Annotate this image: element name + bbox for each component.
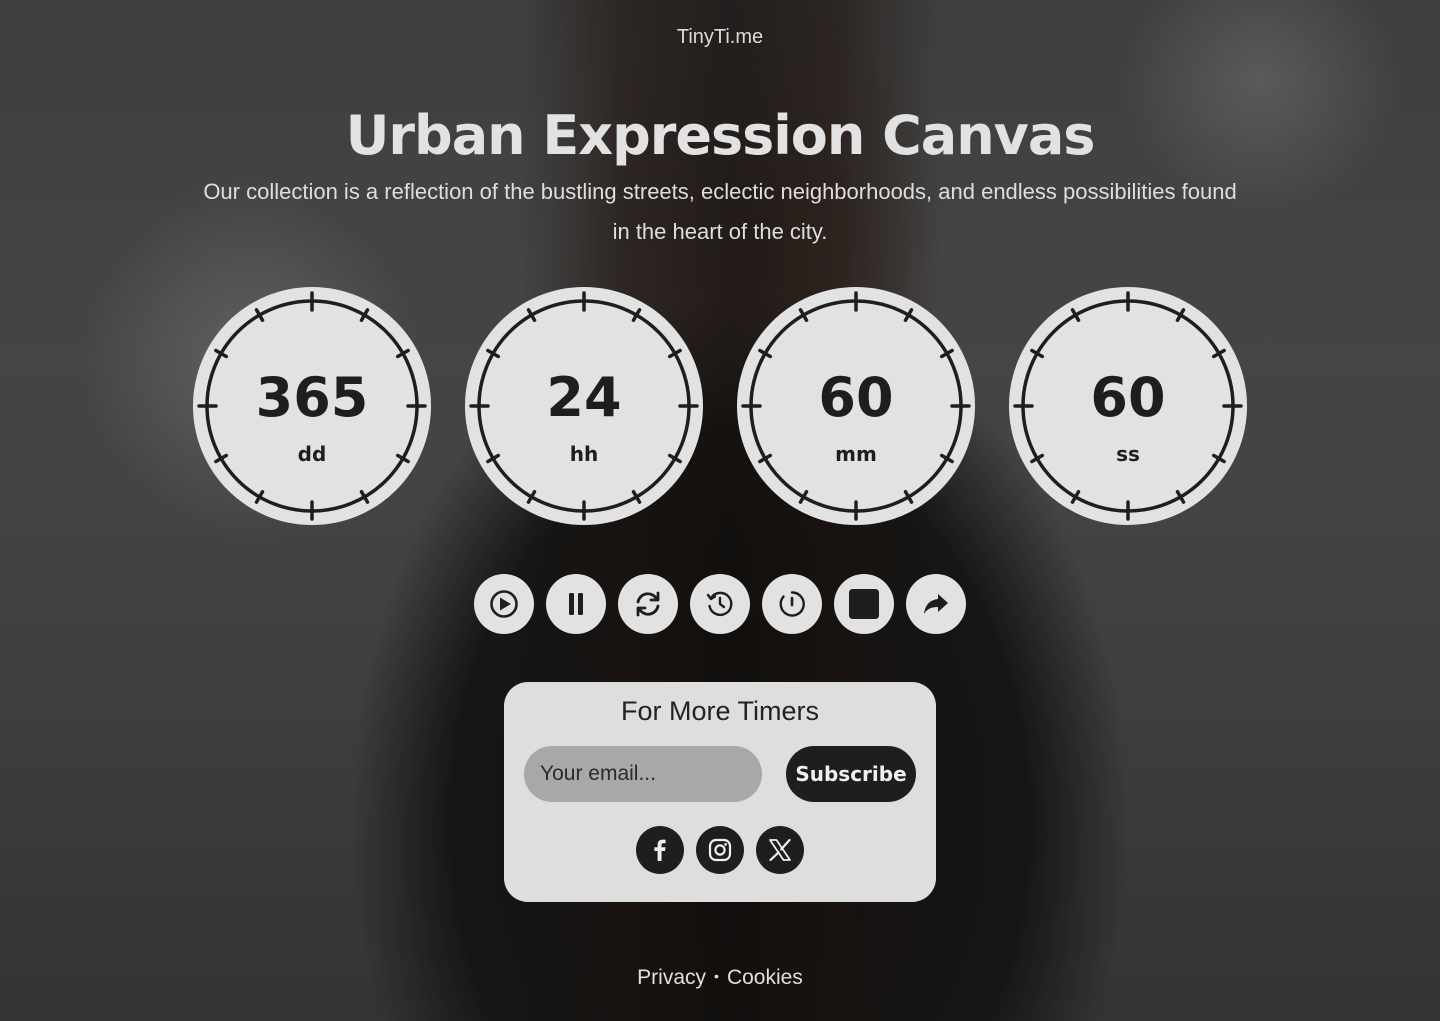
dial-value: 60 xyxy=(818,366,894,429)
dial-unit: hh xyxy=(569,442,599,466)
share-button[interactable] xyxy=(906,574,966,634)
x-link[interactable] xyxy=(756,826,804,874)
x-icon xyxy=(769,838,791,862)
dial-minutes: 60 mm xyxy=(736,286,976,526)
dial-value: 365 xyxy=(255,366,369,429)
dial-seconds: 60 ss xyxy=(1008,286,1248,526)
stop-button[interactable] xyxy=(834,574,894,634)
play-button[interactable] xyxy=(474,574,534,634)
play-icon xyxy=(490,590,518,618)
cookies-link[interactable]: Cookies xyxy=(727,966,803,989)
page-subtitle: Our collection is a reflection of the bu… xyxy=(203,179,1237,244)
subscribe-card: For More Timers Subscribe xyxy=(504,682,936,902)
instagram-link[interactable] xyxy=(696,826,744,874)
footer-separator: • xyxy=(714,968,719,984)
dial-value: 24 xyxy=(546,366,622,429)
privacy-link[interactable]: Privacy xyxy=(637,966,706,989)
stop-icon xyxy=(849,589,879,619)
history-icon xyxy=(706,591,733,617)
dial-unit: mm xyxy=(835,442,877,466)
restart-button[interactable] xyxy=(618,574,678,634)
dial-unit: dd xyxy=(297,442,327,466)
timer-button[interactable] xyxy=(762,574,822,634)
subscribe-button[interactable]: Subscribe xyxy=(786,746,916,802)
history-button[interactable] xyxy=(690,574,750,634)
instagram-icon xyxy=(708,838,732,862)
subscribe-title: For More Timers xyxy=(620,696,820,726)
page: TinyTi.me Urban Expression Canvas Our co… xyxy=(0,0,1440,1021)
share-icon xyxy=(924,594,948,614)
page-title: Urban Expression Canvas xyxy=(345,104,1096,167)
brand-logo[interactable]: TinyTi.me xyxy=(0,26,1440,49)
pause-button[interactable] xyxy=(546,574,606,634)
dial-value: 60 xyxy=(1090,366,1166,429)
timer-controls xyxy=(474,574,966,634)
social-links xyxy=(636,826,804,874)
dial-days: 365 dd xyxy=(192,286,432,526)
dial-hours: 24 hh xyxy=(464,286,704,526)
timer-icon xyxy=(779,591,805,617)
refresh-icon xyxy=(636,591,660,617)
pause-icon xyxy=(569,593,583,615)
countdown-dials: 365 dd 24 hh 60 mm 60 ss xyxy=(192,286,1248,526)
footer: Privacy • Cookies xyxy=(0,966,1440,990)
email-field[interactable] xyxy=(524,746,762,802)
dial-unit: ss xyxy=(1116,442,1140,466)
facebook-icon xyxy=(654,839,666,861)
facebook-link[interactable] xyxy=(636,826,684,874)
